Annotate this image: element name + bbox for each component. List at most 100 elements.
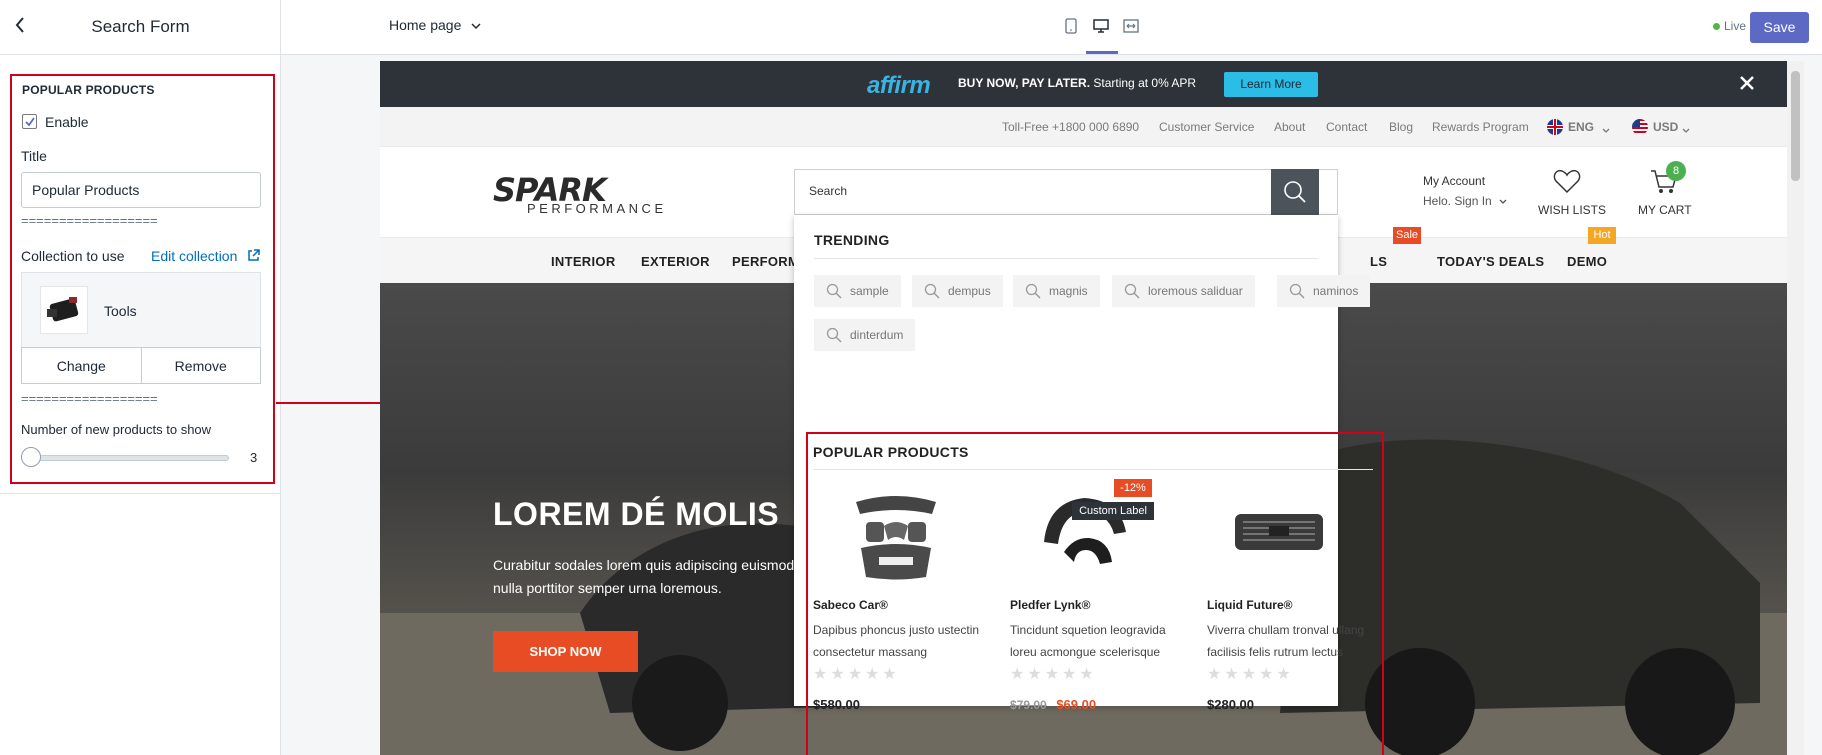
- announcement-normal: Starting at 0% APR: [1093, 76, 1197, 90]
- product-description: Viverra chullam tronval ullang facilisis…: [1207, 623, 1365, 659]
- discount-badge: -12%: [1114, 479, 1152, 497]
- product-name[interactable]: Pledfer Lynk®: [1010, 598, 1090, 612]
- learn-more-button[interactable]: Learn More: [1224, 72, 1318, 97]
- trending-heading: TRENDING: [814, 232, 890, 248]
- desktop-view-icon[interactable]: [1093, 18, 1109, 34]
- custom-label-badge: Custom Label: [1072, 502, 1154, 520]
- fullwidth-view-icon[interactable]: [1123, 18, 1139, 34]
- uk-flag-icon: [1547, 119, 1563, 135]
- product-price: $280.00: [1207, 697, 1254, 712]
- search-input[interactable]: Search: [794, 169, 1338, 215]
- product-price: $580.00: [813, 697, 860, 712]
- product-description: Dapibus phoncus justo ustectin consectet…: [813, 623, 980, 659]
- old-price: $79.00: [1010, 698, 1047, 712]
- sale-badge: Sale: [1393, 227, 1421, 244]
- trending-tag[interactable]: dinterdum: [814, 319, 916, 351]
- chevron-down-icon: [471, 23, 481, 30]
- sale-price: $69.00: [1056, 697, 1097, 712]
- scrollbar-thumb[interactable]: [1791, 71, 1800, 181]
- active-view-indicator: [1086, 51, 1118, 54]
- title-label: Title: [21, 148, 47, 164]
- customer-service-link[interactable]: Customer Service: [1159, 120, 1254, 134]
- trending-tag[interactable]: loremous saliduar: [1112, 275, 1255, 307]
- blog-link[interactable]: Blog: [1389, 120, 1413, 134]
- trending-tag[interactable]: dempus: [912, 275, 1003, 307]
- popular-products-heading: POPULAR PRODUCTS: [813, 444, 969, 460]
- separator: ==================: [21, 391, 158, 406]
- trending-tag-label: magnis: [1049, 284, 1088, 298]
- nav-performance[interactable]: PERFORM: [732, 254, 799, 269]
- product-name[interactable]: Sabeco Car®: [813, 598, 888, 612]
- nav-todays-deals[interactable]: TODAY'S DEALS: [1437, 254, 1544, 269]
- search-icon: [1025, 283, 1041, 299]
- trending-tag-label: loremous saliduar: [1148, 284, 1243, 298]
- shop-now-button[interactable]: SHOP NOW: [493, 631, 638, 672]
- separator: ==================: [21, 213, 158, 228]
- sidebar-header: Search Form: [0, 0, 281, 55]
- hot-badge: Hot: [1588, 227, 1616, 244]
- page-selector-label: Home page: [389, 17, 462, 33]
- affirm-logo: affirm: [867, 72, 931, 99]
- product-description: Tincidunt squetion leogravida loreu acmo…: [1010, 623, 1166, 659]
- checkmark-icon: [25, 117, 35, 127]
- trending-tag-label: dempus: [948, 284, 991, 298]
- change-button[interactable]: Change: [21, 348, 142, 384]
- live-status-dot: [1713, 23, 1720, 30]
- divider: [814, 258, 1318, 259]
- title-input[interactable]: Popular Products: [21, 172, 261, 208]
- page-selector[interactable]: Home page: [389, 17, 481, 33]
- product-rating: ★★★★★: [1207, 666, 1294, 683]
- cart-count-badge: 8: [1666, 161, 1686, 181]
- sign-in-link[interactable]: Helo. Sign In: [1423, 194, 1507, 208]
- trending-tag-label: naminos: [1313, 284, 1359, 298]
- search-icon: [1284, 181, 1306, 203]
- nav-exterior[interactable]: EXTERIOR: [641, 254, 710, 269]
- save-button[interactable]: Save: [1750, 12, 1809, 43]
- nav-deals-partial[interactable]: LS: [1370, 254, 1387, 269]
- sign-in-text: Helo. Sign In: [1423, 194, 1492, 208]
- search-icon: [826, 327, 842, 343]
- heart-icon[interactable]: [1553, 168, 1581, 199]
- search-button[interactable]: [1271, 169, 1319, 215]
- edit-collection-link[interactable]: Edit collection: [151, 248, 261, 264]
- close-icon[interactable]: [1739, 69, 1755, 95]
- cart-label[interactable]: MY CART: [1638, 203, 1692, 217]
- edit-collection-text: Edit collection: [151, 248, 238, 264]
- language-selector[interactable]: ENG: [1568, 120, 1594, 134]
- storefront-preview: affirm BUY NOW, PAY LATER. Starting at 0…: [380, 61, 1804, 755]
- live-status-label: Live: [1724, 19, 1747, 33]
- hero-title: LOREM DÉ MOLIS: [493, 496, 780, 532]
- editor-topbar: Home page Live Save: [281, 0, 1822, 55]
- settings-sidebar: Search Form POPULAR PRODUCTS Enable Titl…: [0, 0, 281, 755]
- nav-interior[interactable]: INTERIOR: [551, 254, 616, 269]
- count-value: 3: [250, 450, 258, 465]
- announcement-bold: BUY NOW, PAY LATER.: [958, 76, 1091, 90]
- product-image[interactable]: [846, 482, 946, 582]
- trending-tag-label: sample: [850, 284, 889, 298]
- currency-selector[interactable]: USD: [1653, 120, 1678, 134]
- logo-subtitle: PERFORMANCE: [527, 201, 667, 216]
- announcement-bar: affirm BUY NOW, PAY LATER. Starting at 0…: [380, 61, 1804, 107]
- enable-checkbox[interactable]: [22, 114, 37, 129]
- about-link[interactable]: About: [1274, 120, 1305, 134]
- rewards-link[interactable]: Rewards Program: [1432, 120, 1529, 134]
- nav-demo[interactable]: DEMO: [1567, 254, 1607, 269]
- product-image[interactable]: [1229, 482, 1329, 582]
- count-slider-handle[interactable]: [21, 447, 41, 467]
- trending-tag[interactable]: sample: [814, 275, 901, 307]
- utility-bar: Toll-Free +1800 000 6890 Customer Servic…: [380, 107, 1804, 147]
- product-name[interactable]: Liquid Future®: [1207, 598, 1293, 612]
- divider: [813, 469, 1373, 470]
- product-rating: ★★★★★: [1010, 666, 1097, 683]
- mobile-view-icon[interactable]: [1063, 18, 1079, 34]
- count-slider-track[interactable]: [21, 455, 229, 461]
- trending-tag[interactable]: magnis: [1013, 275, 1100, 307]
- wishlist-label[interactable]: WISH LISTS: [1538, 203, 1606, 217]
- my-account-link[interactable]: My Account: [1423, 174, 1485, 188]
- chevron-down-icon: [1602, 121, 1610, 139]
- contact-link[interactable]: Contact: [1326, 120, 1367, 134]
- product-image[interactable]: [1034, 482, 1134, 582]
- trending-tag[interactable]: naminos: [1277, 275, 1371, 307]
- remove-button[interactable]: Remove: [141, 348, 261, 384]
- collection-actions: Change Remove: [21, 347, 261, 384]
